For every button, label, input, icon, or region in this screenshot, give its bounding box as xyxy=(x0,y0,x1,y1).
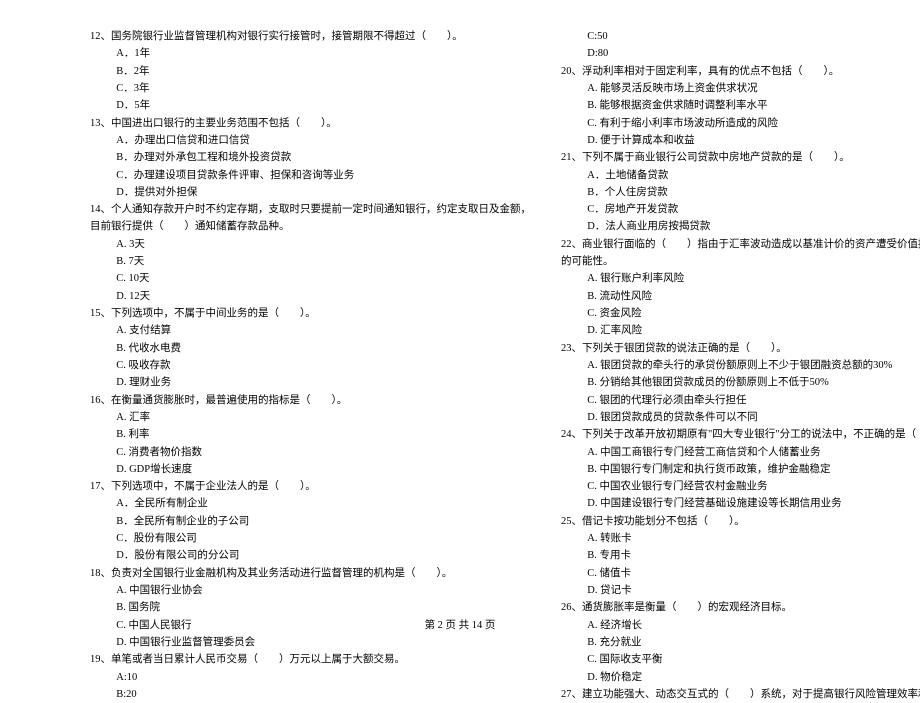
q16-opt-d: D. GDP增长速度 xyxy=(90,461,531,478)
q16-opt-b: B. 利率 xyxy=(90,426,531,443)
question-16: 16、在衡量通货膨胀时，最普遍使用的指标是（ ）。 xyxy=(90,392,531,409)
left-column: 12、国务院银行业监督管理机构对银行实行接管时，接管期限不得超过（ ）。 A．1… xyxy=(90,28,531,703)
q13-opt-a: A．办理出口信贷和进口信贷 xyxy=(90,132,531,149)
q21-opt-b: B．个人住房贷款 xyxy=(561,184,920,201)
q24-opt-b: B. 中国银行专门制定和执行货币政策，维护金融稳定 xyxy=(561,461,920,478)
q21-opt-c: C．房地产开发贷款 xyxy=(561,201,920,218)
question-14-line1: 14、个人通知存款开户时不约定存期，支取时只要提前一定时间通知银行，约定支取日及… xyxy=(90,201,531,218)
q21-opt-a: A．土地储备贷款 xyxy=(561,167,920,184)
q12-opt-d: D．5年 xyxy=(90,97,531,114)
q18-opt-d: D. 中国银行业监督管理委员会 xyxy=(90,634,531,651)
q15-opt-a: A. 支付结算 xyxy=(90,322,531,339)
q19-opt-b: B:20 xyxy=(90,686,531,703)
q23-opt-b: B. 分销给其他银团贷款成员的份额原则上不低于50% xyxy=(561,374,920,391)
q19-opt-a: A:10 xyxy=(90,669,531,686)
q25-opt-c: C. 储值卡 xyxy=(561,565,920,582)
q22-opt-c: C. 资金风险 xyxy=(561,305,920,322)
q15-opt-c: C. 吸收存款 xyxy=(90,357,531,374)
q20-opt-c: C. 有利于缩小利率市场波动所造成的风险 xyxy=(561,115,920,132)
q20-opt-a: A. 能够灵活反映市场上资金供求状况 xyxy=(561,80,920,97)
q24-opt-a: A. 中国工商银行专门经营工商信贷和个人储蓄业务 xyxy=(561,444,920,461)
q14-opt-b: B. 7天 xyxy=(90,253,531,270)
q18-opt-a: A. 中国银行业协会 xyxy=(90,582,531,599)
q17-opt-d: D．股份有限公司的分公司 xyxy=(90,547,531,564)
q14-opt-a: A. 3天 xyxy=(90,236,531,253)
q17-opt-a: A．全民所有制企业 xyxy=(90,495,531,512)
q23-opt-c: C. 银团的代理行必须由牵头行担任 xyxy=(561,392,920,409)
question-13: 13、中国进出口银行的主要业务范围不包括（ ）。 xyxy=(90,115,531,132)
q19-opt-d: D:80 xyxy=(561,45,920,62)
q18-opt-b: B. 国务院 xyxy=(90,599,531,616)
question-18: 18、负责对全国银行业金融机构及其业务活动进行监督管理的机构是（ ）。 xyxy=(90,565,531,582)
q13-opt-b: B．办理对外承包工程和境外投资贷款 xyxy=(90,149,531,166)
q26-opt-c: C. 国际收支平衡 xyxy=(561,651,920,668)
question-12: 12、国务院银行业监督管理机构对银行实行接管时，接管期限不得超过（ ）。 xyxy=(90,28,531,45)
q14-opt-c: C. 10天 xyxy=(90,270,531,287)
q21-opt-d: D．法人商业用房按揭贷款 xyxy=(561,218,920,235)
q22-opt-b: B. 流动性风险 xyxy=(561,288,920,305)
q24-opt-d: D. 中国建设银行专门经营基础设施建设等长期信用业务 xyxy=(561,495,920,512)
q15-opt-d: D. 理财业务 xyxy=(90,374,531,391)
q12-opt-b: B．2年 xyxy=(90,63,531,80)
exam-page: 12、国务院银行业监督管理机构对银行实行接管时，接管期限不得超过（ ）。 A．1… xyxy=(0,0,920,703)
q17-opt-b: B．全民所有制企业的子公司 xyxy=(90,513,531,530)
q13-opt-d: D．提供对外担保 xyxy=(90,184,531,201)
q16-opt-c: C. 消费者物价指数 xyxy=(90,444,531,461)
question-15: 15、下列选项中，不属于中间业务的是（ ）。 xyxy=(90,305,531,322)
q22-opt-a: A. 银行账户利率风险 xyxy=(561,270,920,287)
question-24: 24、下列关于改革开放初期原有"四大专业银行"分工的说法中，不正确的是（ ）。 xyxy=(561,426,920,443)
question-25: 25、借记卡按功能划分不包括（ ）。 xyxy=(561,513,920,530)
q12-opt-a: A．1年 xyxy=(90,45,531,62)
q25-opt-a: A. 转账卡 xyxy=(561,530,920,547)
q20-opt-d: D. 便于计算成本和收益 xyxy=(561,132,920,149)
q13-opt-c: C．办理建设项目贷款条件评审、担保和咨询等业务 xyxy=(90,167,531,184)
question-19: 19、单笔或者当日累计人民币交易（ ）万元以上属于大额交易。 xyxy=(90,651,531,668)
question-23: 23、下列关于银团贷款的说法正确的是（ ）。 xyxy=(561,340,920,357)
q25-opt-d: D. 贷记卡 xyxy=(561,582,920,599)
q23-opt-d: D. 银团贷款成员的贷款条件可以不同 xyxy=(561,409,920,426)
q20-opt-b: B. 能够根据资金供求随时调整利率水平 xyxy=(561,97,920,114)
q19-opt-c: C:50 xyxy=(561,28,920,45)
q15-opt-b: B. 代收水电费 xyxy=(90,340,531,357)
page-footer: 第 2 页 共 14 页 xyxy=(0,617,920,632)
q23-opt-a: A. 银团贷款的牵头行的承贷份额原则上不少于银团融资总额的30% xyxy=(561,357,920,374)
question-26: 26、通货膨胀率是衡量（ ）的宏观经济目标。 xyxy=(561,599,920,616)
q24-opt-c: C. 中国农业银行专门经营农村金融业务 xyxy=(561,478,920,495)
question-17: 17、下列选项中，不属于企业法人的是（ ）。 xyxy=(90,478,531,495)
q25-opt-b: B. 专用卡 xyxy=(561,547,920,564)
question-14-line2: 目前银行提供（ ）通知储蓄存款品种。 xyxy=(90,218,531,235)
right-column: C:50 D:80 20、浮动利率相对于固定利率，具有的优点不包括（ ）。 A.… xyxy=(561,28,920,703)
q14-opt-d: D. 12天 xyxy=(90,288,531,305)
q17-opt-c: C．股份有限公司 xyxy=(90,530,531,547)
q26-opt-b: B. 充分就业 xyxy=(561,634,920,651)
q12-opt-c: C．3年 xyxy=(90,80,531,97)
question-21: 21、下列不属于商业银行公司贷款中房地产贷款的是（ ）。 xyxy=(561,149,920,166)
question-22-line2: 的可能性。 xyxy=(561,253,920,270)
question-20: 20、浮动利率相对于固定利率，具有的优点不包括（ ）。 xyxy=(561,63,920,80)
q16-opt-a: A. 汇率 xyxy=(90,409,531,426)
question-27: 27、建立功能强大、动态交互式的（ ）系统，对于提高银行风险管理效率和质量具有非… xyxy=(561,686,920,703)
q22-opt-d: D. 汇率风险 xyxy=(561,322,920,339)
q26-opt-d: D. 物价稳定 xyxy=(561,669,920,686)
question-22-line1: 22、商业银行面临的（ ）指由于汇率波动造成以基准计价的资产遭受价值损失和财务损… xyxy=(561,236,920,253)
